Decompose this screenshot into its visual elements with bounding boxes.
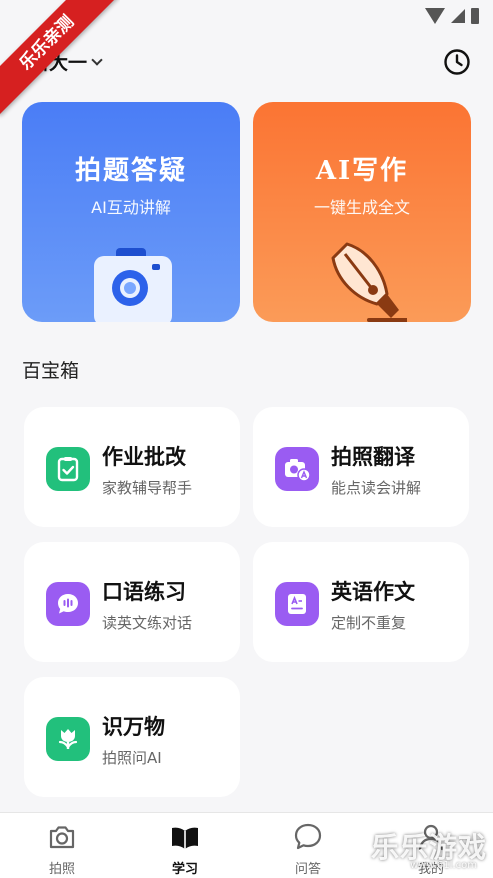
tulip-icon: [46, 717, 90, 761]
camera-icon: [49, 826, 75, 849]
chat-bubble-icon: [294, 823, 322, 850]
tool-title: 拍照翻译: [331, 445, 415, 469]
tool-english-essay[interactable]: 英语作文 定制不重复: [253, 542, 469, 662]
photo-qa-title: 拍题答疑: [74, 156, 187, 186]
ai-writing-card[interactable]: AI写作 一键生成全文: [253, 102, 471, 322]
ribbon-label: 乐乐亲测: [0, 0, 120, 116]
photo-qa-subtitle: AI互动讲解: [91, 198, 171, 217]
nav-label: 拍照: [48, 862, 75, 877]
ai-writing-title: AI写作: [315, 156, 409, 186]
tool-subtitle: 拍照问AI: [102, 749, 162, 767]
tool-photo-translate[interactable]: 拍照翻译 能点读会讲解: [253, 407, 469, 527]
ai-writing-subtitle: 一键生成全文: [313, 198, 410, 217]
tool-subtitle: 定制不重复: [331, 614, 407, 632]
signal-icon: [451, 9, 465, 23]
battery-icon: [471, 8, 479, 24]
clock-icon[interactable]: [443, 48, 471, 76]
speech-bubble-icon: [46, 582, 90, 626]
tool-title: 口语练习: [102, 580, 186, 604]
camera-translate-icon: [275, 447, 319, 491]
tool-subtitle: 能点读会讲解: [331, 479, 422, 497]
camera-icon: [94, 248, 172, 322]
tool-title: 英语作文: [331, 580, 415, 604]
tool-subtitle: 读英文练对话: [102, 614, 193, 632]
watermark-logo: 乐乐游戏 www.61l.com: [361, 822, 491, 876]
nav-tab-qa[interactable]: 问答: [268, 821, 348, 877]
tool-title: 识万物: [102, 715, 165, 739]
tool-title: 作业批改: [102, 445, 186, 469]
tool-speaking-practice[interactable]: 口语练习 读英文练对话: [24, 542, 240, 662]
nav-label: 学习: [171, 862, 198, 877]
nav-tab-study[interactable]: 学习: [145, 821, 225, 877]
tool-identify-objects[interactable]: 识万物 拍照问AI: [24, 677, 240, 797]
book-icon: [172, 827, 198, 849]
tool-subtitle: 家教辅导帮手: [102, 479, 193, 497]
check-clipboard-icon: [46, 447, 90, 491]
nav-label: 问答: [294, 862, 321, 877]
watermark-url: www.61l.com: [410, 860, 477, 871]
wifi-icon: [425, 8, 445, 24]
nav-tab-camera[interactable]: 拍照: [22, 821, 102, 877]
english-document-icon: [275, 582, 319, 626]
photo-qa-card[interactable]: 拍题答疑 AI互动讲解: [22, 102, 240, 322]
status-icons: [425, 8, 479, 24]
toolbox-title: 百宝箱: [22, 360, 80, 382]
tool-homework-grading[interactable]: 作业批改 家教辅导帮手: [24, 407, 240, 527]
pen-nib-icon: [331, 242, 407, 322]
corner-ribbon: 乐乐亲测: [0, 0, 120, 120]
